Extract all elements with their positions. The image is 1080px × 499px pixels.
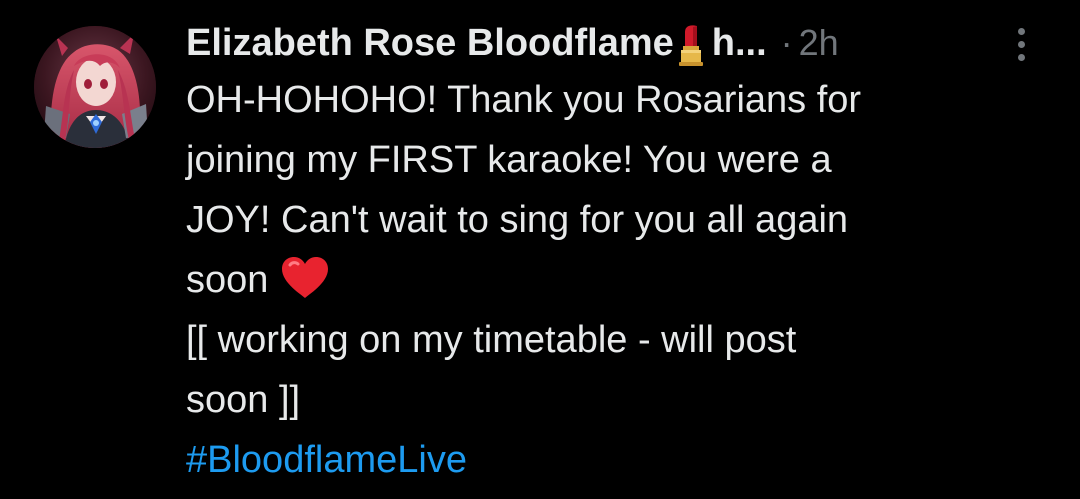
author-display-name[interactable]: Elizabeth Rose Bloodflame xyxy=(186,22,674,65)
hashtag-link[interactable]: #BloodflameLive xyxy=(186,430,1046,490)
tweet-text-line: joining my FIRST karaoke! You were a xyxy=(186,139,832,181)
post-timestamp[interactable]: 2h xyxy=(799,22,839,64)
lipstick-icon xyxy=(676,24,706,66)
post-header: Elizabeth Rose Bloodflame h... · 2h xyxy=(186,18,839,68)
tweet-text-line: soon ]] xyxy=(186,379,301,421)
avatar-image xyxy=(34,26,156,148)
avatar[interactable] xyxy=(34,26,156,148)
tweet-post[interactable]: Elizabeth Rose Bloodflame h... · 2h OH-H… xyxy=(0,0,1080,499)
tweet-text-line: JOY! Can't wait to sing for you all agai… xyxy=(186,199,849,241)
tweet-text-line: OH-HOHOHO! Thank you Rosarians for xyxy=(186,79,862,121)
tweet-text: OH-HOHOHO! Thank you Rosarians for joini… xyxy=(186,70,1046,490)
tweet-text-line: [[ working on my timetable - will post xyxy=(186,319,797,361)
tweet-text-line: soon xyxy=(186,259,269,301)
header-separator: · xyxy=(780,22,793,63)
heart-icon xyxy=(278,256,332,300)
author-name-truncated[interactable]: h... xyxy=(712,22,767,65)
more-vertical-icon[interactable] xyxy=(1004,22,1038,66)
tweet-text-line-with-heart: soon xyxy=(186,250,1046,310)
